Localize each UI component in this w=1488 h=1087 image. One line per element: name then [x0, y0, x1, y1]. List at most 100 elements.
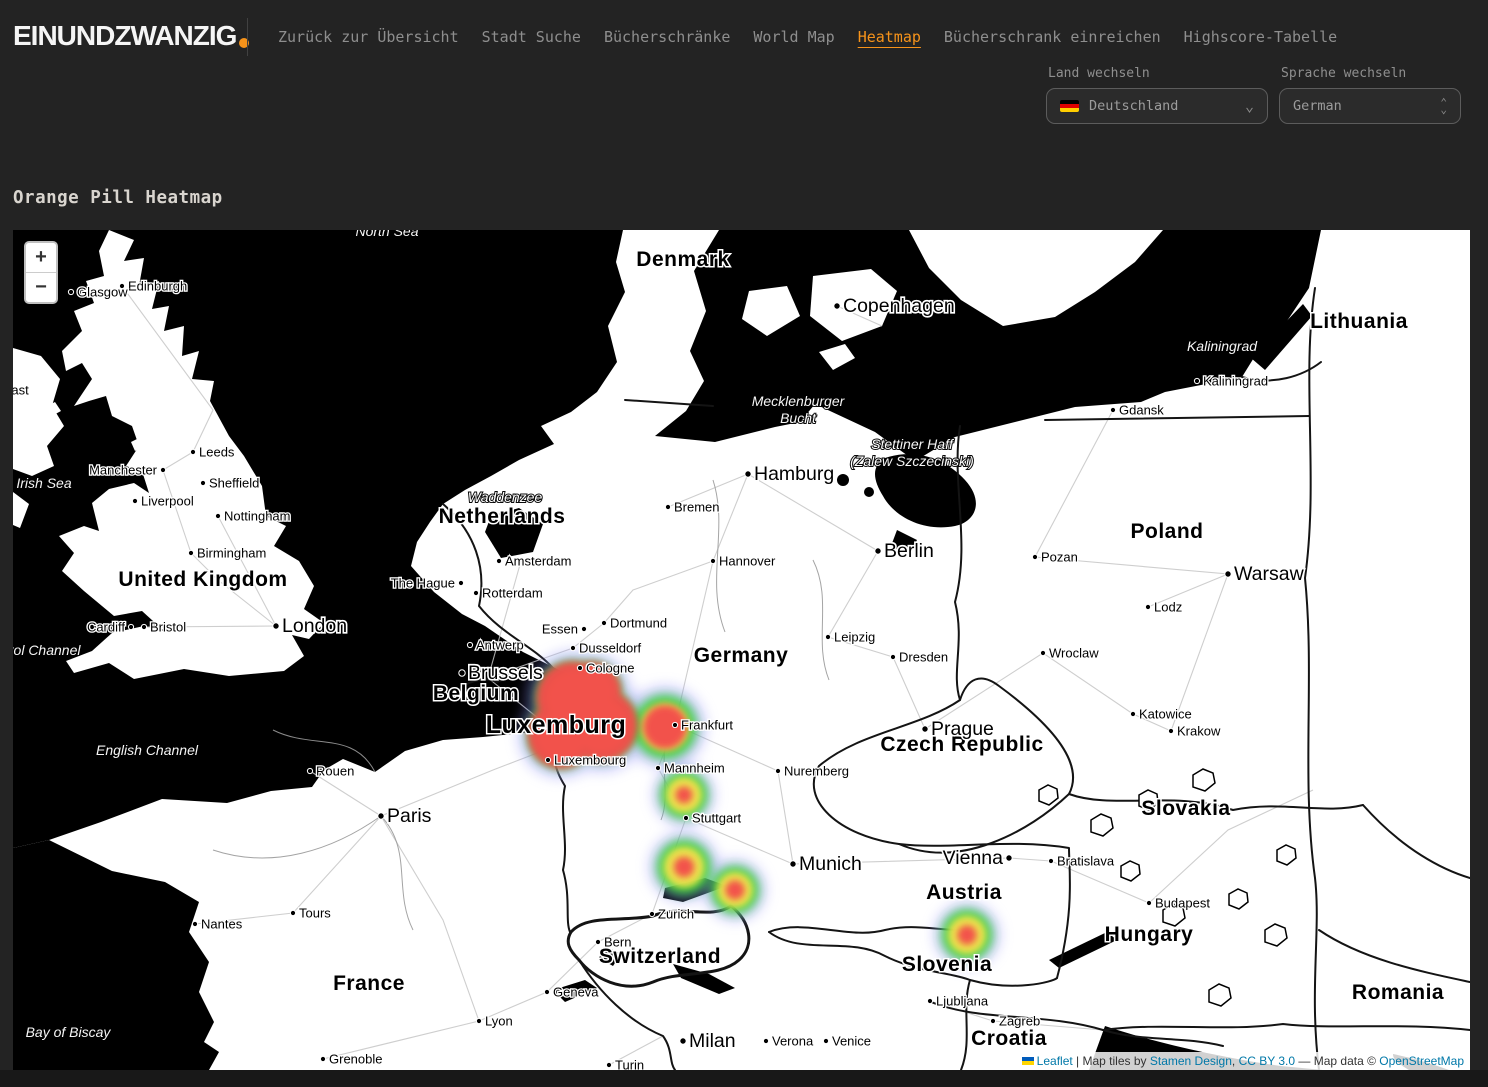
city-label: Amsterdam — [505, 554, 571, 569]
city-dot — [128, 624, 133, 629]
water-label: Waddenzee — [468, 489, 543, 505]
city-dot — [1145, 604, 1150, 609]
city-label: Frankfurt — [681, 718, 733, 733]
language-control-group: Sprache wechseln German ⌃⌄ — [1279, 66, 1461, 124]
nav-b-cherschr-nke[interactable]: Bücherschränke — [604, 28, 730, 46]
ukraine-flag-icon — [1022, 1057, 1034, 1065]
zoom-out-button[interactable]: − — [26, 273, 56, 302]
city-dot — [1032, 554, 1037, 559]
city-dot — [683, 815, 688, 820]
map-attribution: Leaflet | Map tiles by Stamen Design, CC… — [1018, 1052, 1470, 1070]
city-label: Bremen — [674, 500, 720, 515]
country-label: Belgium — [433, 682, 519, 705]
city-dot — [473, 590, 478, 595]
country-label: Croatia — [971, 1027, 1047, 1050]
country-label: Slovakia — [1141, 797, 1230, 820]
city-dot — [215, 513, 220, 518]
city-dot — [1225, 571, 1231, 577]
city-label: Lyon — [485, 1014, 513, 1029]
city-label: Zagreb — [999, 1014, 1040, 1029]
nav-world-map[interactable]: World Map — [753, 28, 834, 46]
city-label: Birmingham — [197, 546, 266, 561]
city-label: Hamburg — [754, 463, 834, 485]
city-dot — [290, 910, 295, 915]
city-label: Munich — [799, 853, 862, 875]
city-dot — [307, 768, 312, 773]
attribution-text: | Map tiles by — [1073, 1054, 1150, 1068]
city-dot — [649, 911, 654, 916]
city-label: Nantes — [201, 917, 243, 932]
site-logo[interactable]: EINUNDZWANZIG — [13, 22, 249, 50]
city-dot — [823, 1038, 828, 1043]
city-label: Cardiff — [87, 620, 125, 635]
country-label: Luxemburg — [486, 711, 627, 739]
nav-b-cherschrank-einreichen[interactable]: Bücherschrank einreichen — [944, 28, 1161, 46]
attribution-link-stamen-design[interactable]: Stamen Design — [1150, 1054, 1232, 1068]
city-label: Ljubljana — [936, 994, 989, 1009]
city-label: Kaliningrad — [1203, 374, 1268, 389]
city-dot — [875, 548, 881, 554]
city-dot — [834, 303, 840, 309]
water-label: Bucht — [780, 410, 817, 426]
city-label: Luxembourg — [554, 753, 626, 768]
city-label: Dusseldorf — [579, 641, 642, 656]
city-dot — [763, 1038, 768, 1043]
city-label: Grenoble — [329, 1052, 382, 1067]
country-label: Netherlands — [439, 505, 566, 528]
attribution-text: — Map data © — [1295, 1054, 1379, 1068]
attribution-link-leaflet[interactable]: Leaflet — [1037, 1054, 1073, 1068]
city-label: Essen — [542, 622, 578, 637]
city-dot — [595, 939, 600, 944]
city-dot — [672, 722, 677, 727]
city-dot — [320, 1056, 325, 1061]
city-dot — [570, 645, 575, 650]
city-dot — [1194, 378, 1199, 383]
city-label: Zurich — [658, 907, 694, 922]
city-label: Bristol — [150, 620, 186, 635]
city-dot — [680, 1038, 686, 1044]
country-select-label: Land wechseln — [1048, 66, 1268, 81]
country-select[interactable]: Deutschland ⌄ — [1046, 88, 1268, 124]
city-label: Milan — [689, 1030, 736, 1052]
city-dot — [1146, 900, 1151, 905]
city-label: Glasgow — [77, 285, 128, 300]
water-label: Kaliningrad — [1187, 338, 1258, 354]
nav-stadt-suche[interactable]: Stadt Suche — [482, 28, 581, 46]
heatmap-map[interactable]: North SeaIrish SeaWaddenzeeEnglish Chann… — [13, 230, 1470, 1070]
country-label: Austria — [926, 881, 1002, 904]
water-label: Stettiner Haff — [871, 436, 955, 452]
zoom-in-button[interactable]: + — [26, 243, 56, 273]
chevron-updown-icon: ⌃⌄ — [1440, 99, 1447, 113]
nav-highscore-tabelle[interactable]: Highscore-Tabelle — [1184, 28, 1338, 46]
attribution-link-openstreetmap[interactable]: OpenStreetMap — [1379, 1054, 1464, 1068]
city-label: London — [282, 615, 347, 637]
city-label: Vienna — [943, 847, 1004, 869]
city-label: Belfast — [13, 383, 29, 398]
city-label: Geneva — [553, 985, 599, 1000]
city-label: Lodz — [1154, 600, 1182, 615]
footer-strip — [0, 1070, 1488, 1087]
city-label: Rotterdam — [482, 586, 543, 601]
city-label: The Hague — [391, 576, 455, 591]
country-label: Germany — [694, 644, 789, 667]
site-logo-text: EINUNDZWANZIG — [13, 22, 236, 50]
city-dot — [132, 498, 137, 503]
city-dot — [273, 623, 279, 629]
country-select-value: Deutschland — [1089, 98, 1178, 114]
city-label: Bratislava — [1057, 854, 1115, 869]
nav-heatmap[interactable]: Heatmap — [858, 28, 921, 46]
city-label: Warsaw — [1234, 563, 1305, 585]
language-select[interactable]: German ⌃⌄ — [1279, 88, 1461, 124]
city-label: Wroclaw — [1049, 646, 1099, 661]
water-label: North Sea — [355, 230, 418, 239]
nav-zur-ck-zur-bersicht[interactable]: Zurück zur Übersicht — [278, 28, 459, 46]
city-label: Berlin — [884, 540, 934, 562]
city-label: Stuttgart — [692, 811, 742, 826]
city-dot — [545, 757, 550, 762]
main-nav: Zurück zur Übersicht Stadt Suche Büchersch… — [278, 28, 1337, 46]
header-divider — [247, 18, 248, 56]
city-label: Venice — [832, 1034, 871, 1049]
attribution-link-cc-by-3-0[interactable]: CC BY 3.0 — [1239, 1054, 1295, 1068]
city-dot — [190, 449, 195, 454]
city-label: Bern — [604, 935, 631, 950]
